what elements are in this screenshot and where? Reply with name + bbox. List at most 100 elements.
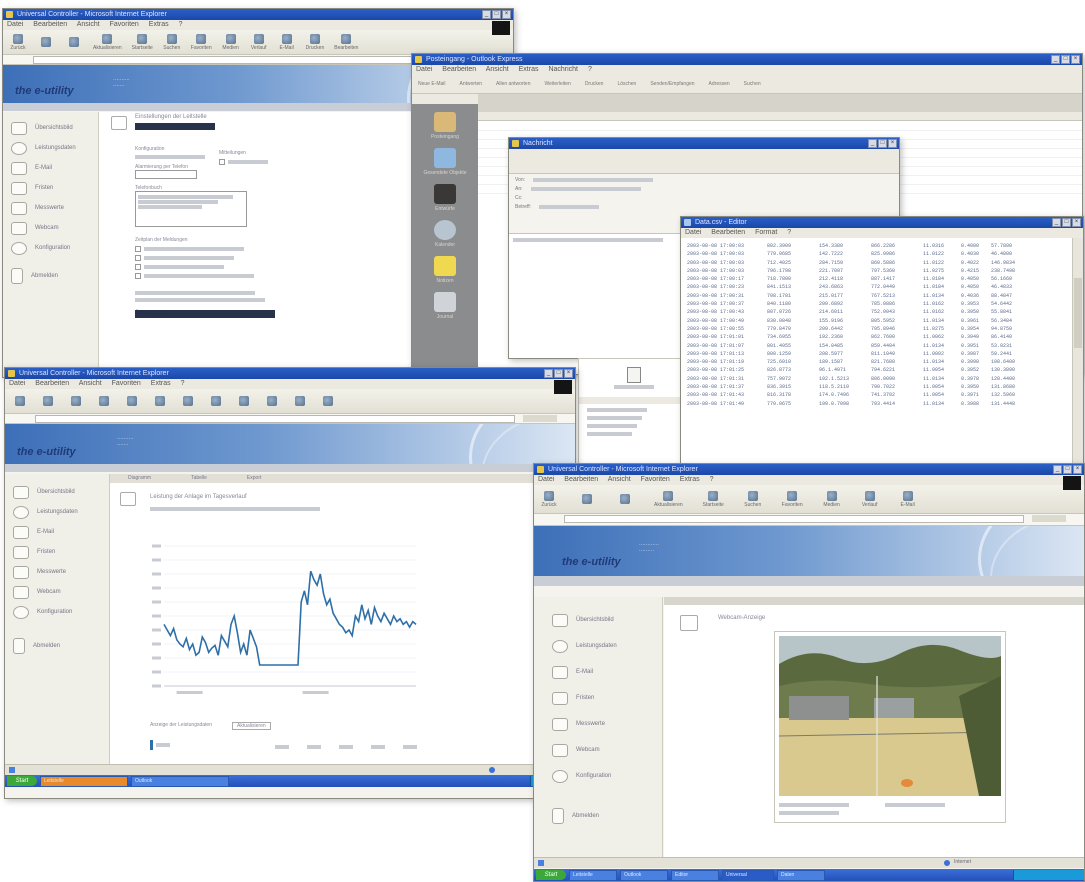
menu-item[interactable]: Bearbeiten [711, 229, 745, 236]
minimize-button[interactable]: _ [1051, 55, 1060, 64]
address-input[interactable] [564, 515, 1024, 523]
taskbar-item[interactable]: Editor [671, 869, 719, 881]
taskbar-item[interactable]: Daten [777, 869, 825, 881]
schedule-checkbox[interactable] [135, 255, 285, 261]
subject-field[interactable] [539, 205, 600, 209]
tab-chart[interactable]: Diagramm [128, 474, 151, 483]
phone-select[interactable] [135, 170, 197, 179]
refresh-button[interactable] [95, 395, 113, 407]
stop-button[interactable] [67, 395, 85, 407]
search-button[interactable]: Suchen [163, 33, 181, 51]
menu-item[interactable]: Bearbeiten [35, 380, 69, 387]
minimize-button[interactable]: _ [544, 369, 553, 378]
taskbar-item[interactable]: Leitstelle [569, 869, 617, 881]
menu-item[interactable]: Datei [685, 229, 701, 236]
mail-button[interactable] [263, 395, 281, 407]
journal-icon[interactable] [434, 292, 456, 312]
minimize-button[interactable]: _ [482, 10, 491, 19]
menu-item[interactable]: Datei [9, 380, 25, 387]
print-button[interactable] [291, 395, 309, 407]
attachment-icon[interactable] [627, 367, 641, 383]
minimize-button[interactable]: _ [1052, 218, 1061, 227]
home-button[interactable]: Startseite [703, 490, 724, 508]
menu-item[interactable]: ? [787, 229, 791, 236]
find-button[interactable]: Suchen [744, 81, 761, 87]
go-button[interactable] [523, 415, 557, 422]
datalog-scrollbar[interactable] [1072, 238, 1083, 467]
close-button[interactable]: × [888, 139, 897, 148]
search-button[interactable]: Suchen [744, 490, 762, 508]
sent-icon[interactable] [434, 148, 456, 168]
back-button[interactable] [11, 395, 29, 407]
contact-item[interactable] [587, 408, 647, 412]
home-button[interactable] [123, 395, 141, 407]
addresses-button[interactable]: Adressen [709, 81, 730, 87]
sidebar-item-overview[interactable]: Übersichtsbild [534, 607, 662, 633]
forward-button[interactable] [578, 493, 596, 505]
menu-item[interactable]: Ansicht [79, 380, 102, 387]
compose-titlebar[interactable]: Nachricht _ □ × [509, 138, 899, 149]
edit-button[interactable]: Bearbeiten [334, 33, 358, 51]
config-input[interactable] [135, 155, 205, 159]
reply-all-button[interactable]: Allen antworten [496, 81, 530, 87]
menu-item[interactable]: Favoriten [641, 476, 670, 483]
search-button[interactable] [151, 395, 169, 407]
sidebar-item-logout[interactable]: Abmelden [534, 803, 662, 829]
close-button[interactable]: × [1072, 218, 1081, 227]
history-button[interactable]: Verlauf [861, 490, 879, 508]
sidebar-item-webcam[interactable]: Webcam [534, 737, 662, 763]
menu-item[interactable]: Extras [149, 21, 169, 28]
email-titlebar[interactable]: Posteingang - Outlook Express _ □ × [412, 54, 1082, 65]
start-button[interactable]: Start [536, 870, 566, 880]
contact-item[interactable] [587, 416, 642, 420]
list-column-header[interactable] [478, 112, 1082, 121]
back-button[interactable]: Zurück [540, 490, 558, 508]
print-button[interactable]: Drucken [306, 33, 324, 51]
menu-item[interactable]: Extras [680, 476, 700, 483]
menu-item[interactable]: Nachricht [548, 66, 578, 73]
menu-item[interactable]: Bearbeiten [33, 21, 67, 28]
menu-item[interactable]: Format [755, 229, 777, 236]
calendar-icon[interactable] [434, 220, 456, 240]
sidebar-item-measurements[interactable]: Messwerte [5, 562, 109, 582]
home-button[interactable]: Startseite [132, 33, 153, 51]
close-button[interactable]: × [1073, 465, 1082, 474]
sidebar-item-deadlines[interactable]: Fristen [534, 685, 662, 711]
menu-item[interactable]: Ansicht [486, 66, 509, 73]
tab-table[interactable]: Tabelle [191, 474, 207, 483]
schedule-checkbox[interactable] [135, 246, 285, 252]
back-button[interactable]: Zurück [9, 33, 27, 51]
sidebar-item-webcam[interactable]: Webcam [5, 582, 109, 602]
maximize-button[interactable]: □ [1062, 218, 1071, 227]
sidebar-item-config[interactable]: Konfiguration [5, 602, 109, 622]
table-row[interactable] [478, 122, 1082, 131]
menu-item[interactable]: Favoriten [112, 380, 141, 387]
sidebar-item-performance[interactable]: Leistungsdaten [3, 138, 98, 158]
forward-button[interactable] [37, 36, 55, 48]
menu-item[interactable]: Extras [519, 66, 539, 73]
sidebar-item-overview[interactable]: Übersichtsbild [3, 118, 98, 138]
menu-item[interactable]: Datei [538, 476, 554, 483]
media-button[interactable]: Medien [823, 490, 841, 508]
inbox-icon[interactable] [434, 112, 456, 132]
close-button[interactable]: × [564, 369, 573, 378]
menu-item[interactable]: ? [588, 66, 592, 73]
menu-item[interactable]: Extras [151, 380, 171, 387]
print-button[interactable]: Drucken [585, 81, 604, 87]
phonebook-list[interactable] [135, 191, 247, 227]
schedule-checkbox[interactable] [135, 273, 285, 279]
messages-checkbox[interactable] [219, 159, 289, 165]
sidebar-item-deadlines[interactable]: Fristen [5, 542, 109, 562]
forward-button[interactable]: Weiterleiten [545, 81, 571, 87]
address-input[interactable] [33, 56, 453, 64]
favorites-button[interactable]: Favoriten [782, 490, 803, 508]
menu-item[interactable]: Bearbeiten [564, 476, 598, 483]
send-receive-button[interactable]: Senden/Empfangen [650, 81, 694, 87]
selected-field[interactable] [135, 123, 215, 130]
minimize-button[interactable]: _ [1053, 465, 1062, 474]
taskbar-item[interactable]: Leitstelle [40, 775, 128, 787]
datalog-titlebar[interactable]: Data.csv - Editor _ □ × [681, 217, 1083, 228]
close-button[interactable]: × [502, 10, 511, 19]
media-button[interactable] [207, 395, 225, 407]
maximize-button[interactable]: □ [1063, 465, 1072, 474]
